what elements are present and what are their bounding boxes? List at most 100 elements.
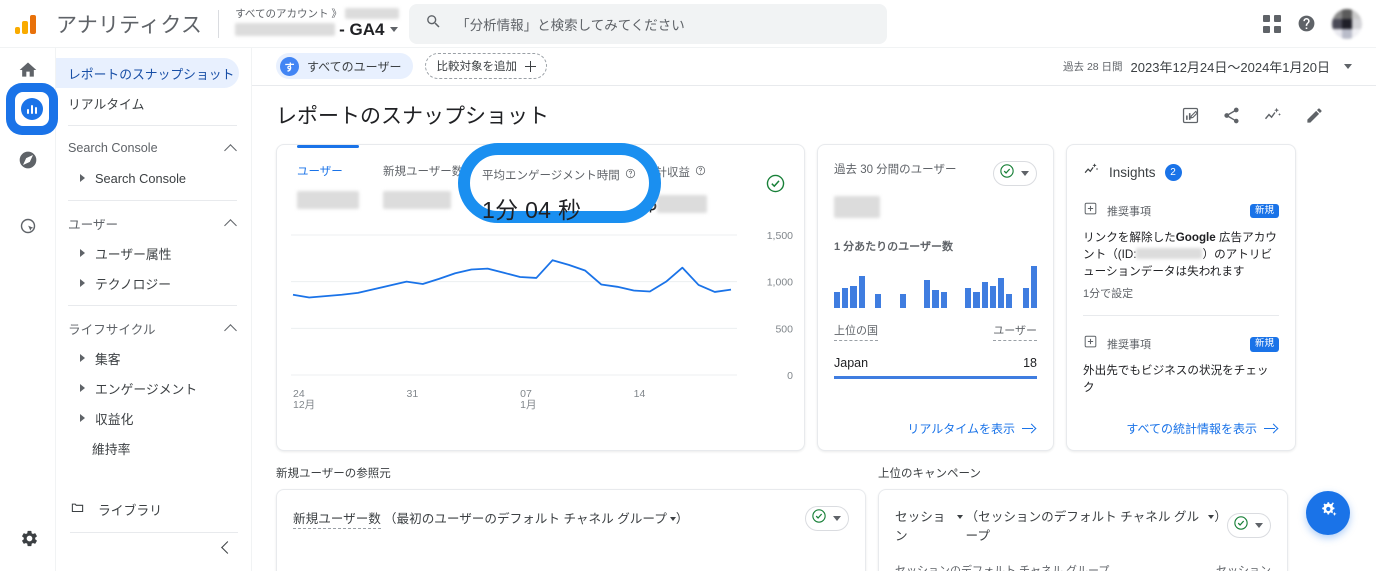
- realtime-status-pill[interactable]: [993, 161, 1037, 186]
- realtime-dimension-header[interactable]: 上位の国: [834, 322, 878, 341]
- explore-icon[interactable]: [18, 150, 38, 175]
- date-range-selector[interactable]: 過去 28 日間 2023年12月24日〜2024年1月20日: [1063, 57, 1352, 76]
- insight-item[interactable]: 推奨事項 新規 リンクを解除したGoogle 広告アカウント（(ID: ）のアトリ…: [1083, 201, 1279, 301]
- add-comparison-button[interactable]: 比較対象を追加: [425, 53, 547, 79]
- help-circle-icon[interactable]: [695, 163, 706, 181]
- admin-gear-icon[interactable]: [20, 529, 39, 553]
- realtime-bar-chart: [834, 266, 1038, 308]
- search-icon: [425, 13, 442, 35]
- svg-text:14: 14: [634, 388, 646, 400]
- sidebar-item-reports-snapshot[interactable]: レポートのスナップショット: [56, 58, 239, 88]
- page-header: レポートのスナップショット: [252, 86, 1376, 130]
- account-breadcrumb: すべてのアカウント 》: [235, 6, 399, 21]
- segment-avatar: す: [280, 56, 299, 76]
- sidebar-section-user[interactable]: ユーザー: [56, 208, 251, 238]
- view-all-insights-label: すべての統計情報を表示: [1126, 421, 1257, 436]
- check-circle-icon[interactable]: [765, 173, 786, 199]
- home-icon[interactable]: [18, 60, 38, 85]
- realtime-card-footer: リアルタイムを表示: [818, 406, 1053, 450]
- reports-icon-highlighted[interactable]: [6, 83, 58, 135]
- card-status-pill[interactable]: [1227, 512, 1271, 538]
- advertising-icon[interactable]: [18, 216, 38, 241]
- metric-selector[interactable]: 新規ユーザー数: [293, 508, 381, 529]
- sidebar-collapse-button[interactable]: [215, 537, 235, 557]
- chevron-up-icon: [224, 218, 237, 232]
- metric-tab-new-users[interactable]: 新規ユーザー数: [383, 163, 469, 217]
- line-chart-svg: 05001,0001,5002412月31 071月14: [291, 230, 793, 411]
- sidebar-item-technology[interactable]: テクノロジー: [56, 268, 239, 298]
- country-users: 18: [1023, 356, 1037, 370]
- search-input[interactable]: 「分析情報」と検索してみてください: [409, 3, 888, 44]
- insights-count-badge: 2: [1164, 163, 1182, 181]
- brand-title: アナリティクス: [56, 13, 203, 37]
- metric-tab-users[interactable]: ユーザー: [297, 163, 383, 217]
- sidebar-item-label: Search Console: [95, 170, 187, 186]
- gemini-assistant-fab[interactable]: [1306, 491, 1350, 535]
- insights-card: Insights 2 推奨事項 新規 リンクを解除したGoogle 広告アカウン…: [1066, 144, 1296, 451]
- sidebar-item-label: 集客: [95, 351, 121, 367]
- chevron-down-icon[interactable]: [956, 515, 963, 519]
- dimension-close-paren: ）: [675, 512, 689, 526]
- date-range-value: 2023年12月24日〜2024年1月20日: [1130, 59, 1330, 75]
- chevron-down-icon: [1021, 171, 1029, 176]
- chevron-down-icon[interactable]: [390, 27, 399, 32]
- new-users-source-card: 新規ユーザー数 （最初のユーザーのデフォルト チャネル グループ ）: [276, 489, 866, 571]
- sidebar-item-realtime[interactable]: リアルタイム: [56, 88, 239, 118]
- chevron-down-icon[interactable]: [669, 517, 676, 521]
- sparkle-gear-icon: [1317, 499, 1340, 527]
- help-circle-icon[interactable]: [625, 168, 636, 182]
- edit-pencil-icon[interactable]: [1305, 106, 1324, 125]
- insights-icon[interactable]: [1263, 105, 1283, 125]
- segment-chip-all-users[interactable]: す すべてのユーザー: [276, 53, 414, 79]
- property-row: - GA4: [235, 20, 399, 40]
- add-box-icon[interactable]: [1083, 334, 1098, 354]
- table-row[interactable]: Japan 18: [834, 356, 1037, 376]
- highlighted-metric[interactable]: 平均エンゲージメント時間 1分 04 秒: [482, 167, 642, 225]
- help-icon[interactable]: [1297, 14, 1316, 33]
- view-realtime-link[interactable]: リアルタイムを表示: [907, 420, 1053, 437]
- insight-kind: 推奨事項: [1107, 206, 1151, 218]
- property-name-redacted: [235, 23, 336, 36]
- sidebar-item-label: ユーザー属性: [95, 246, 172, 262]
- sidebar-item-user-attributes[interactable]: ユーザー属性: [56, 238, 239, 268]
- sidebar-item-library[interactable]: ライブラリ: [56, 494, 252, 524]
- triangle-right-icon: [80, 279, 85, 287]
- card-status-pill[interactable]: [805, 506, 849, 531]
- realtime-value: [834, 196, 1037, 222]
- share-icon[interactable]: [1222, 106, 1241, 125]
- sidebar-section-search-console[interactable]: Search Console: [56, 133, 251, 163]
- svg-text:1,000: 1,000: [767, 277, 793, 289]
- main-content: す すべてのユーザー 比較対象を追加 過去 28 日間 2023年12月24日〜…: [252, 48, 1376, 571]
- section-label: 上位のキャンペーン: [878, 468, 981, 480]
- svg-text:500: 500: [775, 323, 793, 335]
- sidebar-item-label: ライブラリ: [98, 502, 162, 518]
- customize-report-icon[interactable]: [1181, 106, 1200, 125]
- metric-selector[interactable]: セッション: [895, 506, 954, 544]
- check-circle-icon: [1233, 515, 1249, 536]
- triangle-right-icon: [80, 354, 85, 362]
- metric-tab-total-revenue[interactable]: 合計収益 $: [644, 163, 730, 217]
- insight-item[interactable]: 推奨事項 新規 外出先でもビジネスの状況をチェック: [1083, 334, 1279, 397]
- sidebar-item-search-console[interactable]: Search Console: [56, 163, 239, 193]
- sidebar-item-retention[interactable]: 維持率: [56, 433, 239, 463]
- apps-grid-icon[interactable]: [1263, 14, 1281, 33]
- chevron-down-icon: [1344, 63, 1352, 69]
- account-breadcrumb-label: すべてのアカウント 》: [235, 7, 342, 20]
- chevron-down-icon[interactable]: [1208, 515, 1215, 519]
- user-avatar[interactable]: [1332, 8, 1362, 39]
- account-selector[interactable]: すべてのアカウント 》 - GA4: [235, 4, 399, 44]
- triangle-right-icon: [80, 249, 85, 257]
- chevron-up-icon: [224, 323, 237, 337]
- add-box-icon[interactable]: [1083, 201, 1098, 221]
- sidebar-item-acquisition[interactable]: 集客: [56, 343, 239, 373]
- sidebar-item-engagement[interactable]: エンゲージメント: [56, 373, 239, 403]
- realtime-metric-header[interactable]: ユーザー: [993, 322, 1037, 341]
- view-all-insights-link[interactable]: すべての統計情報を表示: [1126, 420, 1295, 437]
- table-col-dimension: セッションのデフォルト チャネル グループ: [895, 565, 1110, 571]
- sidebar-item-monetization[interactable]: 収益化: [56, 403, 239, 433]
- page-actions: [1181, 105, 1352, 125]
- sidebar-section-lifecycle[interactable]: ライフサイクル: [56, 313, 251, 343]
- insight-subtext: 1分で設定: [1083, 288, 1134, 301]
- insights-title: Insights: [1109, 164, 1156, 180]
- insight-text-bold: Google: [1175, 231, 1216, 244]
